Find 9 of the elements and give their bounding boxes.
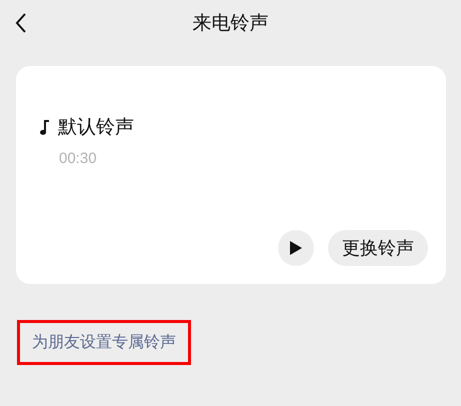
play-icon <box>289 240 303 256</box>
change-ringtone-button[interactable]: 更换铃声 <box>328 230 428 266</box>
ringtone-duration: 00:30 <box>59 150 98 167</box>
back-icon[interactable] <box>14 12 28 34</box>
page-title: 来电铃声 <box>192 11 268 36</box>
ringtone-name: 默认铃声 <box>58 115 134 140</box>
friend-ringtone-link[interactable]: 为朋友设置专属铃声 <box>17 320 191 365</box>
play-button[interactable] <box>278 230 314 266</box>
music-note-icon <box>38 119 50 135</box>
